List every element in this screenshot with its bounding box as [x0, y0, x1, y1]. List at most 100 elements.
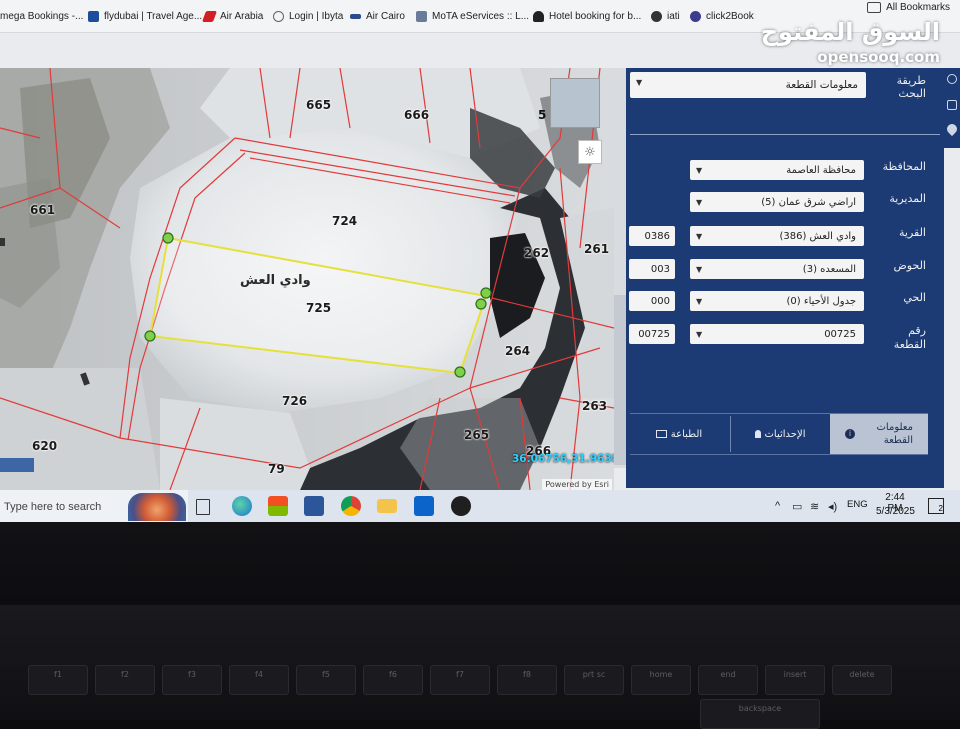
basin-select[interactable]: ▼ المسعده (3): [690, 259, 864, 279]
neighborhood-code-field[interactable]: 000: [629, 291, 675, 311]
notification-center-button[interactable]: 2: [928, 498, 944, 514]
area-name-label: وادي العش: [240, 273, 311, 288]
search-panel: ▼ معلومات القطعة طريقة البحث المحافظة ▼ مح…: [626, 68, 944, 488]
key-f3: f3: [162, 665, 222, 695]
file-explorer-icon[interactable]: [377, 499, 397, 513]
key-f7: f7: [430, 665, 490, 695]
app-icon[interactable]: [451, 496, 471, 516]
bookmark-air-cairo[interactable]: Air Cairo: [350, 8, 405, 24]
key-f5: f5: [296, 665, 356, 695]
caret-down-icon: ▼: [696, 297, 703, 306]
search-placeholder: Type here to search: [4, 501, 102, 513]
info-icon: i: [845, 429, 855, 439]
parcel-label-265: 265: [464, 428, 490, 442]
laptop-screen: mega Bookings -... flydubai | Travel Age…: [0, 0, 960, 522]
key-f2: f2: [95, 665, 155, 695]
governorate-select[interactable]: ▼ محافظة العاصمة: [690, 160, 864, 180]
caret-down-icon: ▼: [696, 232, 703, 241]
panel-divider: [630, 134, 940, 135]
key-f6: f6: [363, 665, 423, 695]
edge-icon[interactable]: [232, 496, 252, 516]
key-f8: f8: [497, 665, 557, 695]
parcel-label-724: 724: [332, 214, 358, 228]
clock-date[interactable]: 5/3/2025: [876, 506, 915, 517]
overview-minimap[interactable]: [550, 78, 600, 128]
search-method-label: طريقة البحث: [896, 74, 926, 100]
bookmark-mota[interactable]: MoTA eServices :: L...: [416, 8, 529, 24]
globe-icon: [273, 10, 284, 22]
laptop-keyboard: f1 f2 f3 f4 f5 f6 f7 f8 prt sc home end …: [0, 605, 960, 729]
word-icon[interactable]: [304, 496, 324, 516]
parcel-number-select[interactable]: ▼ 00725: [690, 324, 864, 344]
tab-print[interactable]: الطباعة: [630, 414, 728, 454]
key-f4: f4: [229, 665, 289, 695]
governorate-label: المحافظة: [882, 160, 926, 173]
parcel-label-264: 264: [505, 344, 531, 358]
basemap-toggle-button[interactable]: ☼: [578, 140, 602, 164]
caret-down-icon: ▼: [696, 166, 703, 175]
parcel-label-263: 263: [582, 399, 608, 413]
caret-down-icon: ▼: [696, 330, 703, 339]
parcel-label-5: 5: [538, 108, 547, 122]
basin-label: الحوض: [893, 259, 927, 272]
caret-down-icon: ▼: [696, 198, 703, 207]
battery-icon[interactable]: ▭: [792, 500, 802, 513]
all-bookmarks-button[interactable]: All Bookmarks: [867, 2, 950, 13]
parcel-label-725: 725: [306, 301, 332, 315]
input-language[interactable]: ENG: [847, 499, 868, 510]
key-end: end: [698, 665, 758, 695]
tab-coordinates[interactable]: الإحداثيات: [732, 414, 828, 454]
tab-divider: [730, 416, 731, 452]
parcel-label-620: 620: [32, 439, 58, 453]
search-method-select[interactable]: ▼ معلومات القطعة: [630, 72, 866, 98]
outlook-icon[interactable]: [414, 496, 434, 516]
key-home: home: [631, 665, 691, 695]
iati-icon: [651, 10, 662, 22]
bookmark-login-ibyta[interactable]: Login | Ibyta: [273, 8, 343, 24]
search-highlight-image: [128, 493, 186, 521]
parcel-label-262: 262: [524, 246, 550, 260]
parcel-label-261: 261: [584, 242, 610, 256]
key-f1: f1: [28, 665, 88, 695]
coordinates-readout: 36.06756,31.96384: [512, 453, 614, 465]
map-attribution: Powered by Esri: [542, 479, 612, 490]
taskbar-search-box[interactable]: Type here to search: [0, 490, 188, 522]
wifi-icon[interactable]: ≋: [810, 500, 819, 513]
bookmark-flydubai[interactable]: flydubai | Travel Age...: [88, 8, 202, 24]
home-icon[interactable]: [947, 74, 957, 84]
directorate-label: المديرية: [889, 192, 926, 205]
basin-code-field[interactable]: 003: [629, 259, 675, 279]
directorate-select[interactable]: ▼ اراضي شرق عمان (5): [690, 192, 864, 212]
village-label: القرية: [898, 226, 926, 239]
map-view[interactable]: 5 ☼ 665 666 661 724 725 262 261 264 726 …: [0, 68, 614, 490]
car-icon[interactable]: [947, 100, 957, 110]
panel-tabs: i معلومات القطعة الإحداثيات الطباعة: [630, 413, 928, 455]
bookmark-iati[interactable]: iati: [651, 8, 680, 24]
task-view-icon[interactable]: [196, 499, 210, 515]
bookmark-click2book[interactable]: click2Book: [690, 8, 754, 24]
village-code-field[interactable]: 0386: [629, 226, 675, 246]
click2book-icon: [690, 10, 701, 22]
sun-icon: ☼: [584, 144, 596, 160]
key-insert: insert: [765, 665, 825, 695]
location-pin-icon[interactable]: [944, 121, 960, 137]
village-select[interactable]: ▼ وادي العش (386): [690, 226, 864, 246]
flydubai-icon: [88, 10, 99, 22]
tab-parcel-info[interactable]: i معلومات القطعة: [830, 414, 928, 454]
chrome-icon[interactable]: [341, 496, 361, 516]
parcel-label-666: 666: [404, 108, 430, 122]
bookmark-hotel-booking[interactable]: Hotel booking for b...: [533, 8, 641, 24]
caret-down-icon: ▼: [696, 265, 703, 274]
volume-icon[interactable]: ◂): [828, 500, 837, 513]
hotel-icon: [533, 10, 544, 22]
neighborhood-select[interactable]: ▼ جدول الأحياء (0): [690, 291, 864, 311]
parcel-number-label: رقم القطعة: [893, 324, 926, 351]
bookmark-air-arabia[interactable]: Air Arabia: [201, 8, 263, 24]
print-icon: [655, 430, 667, 438]
store-icon[interactable]: [268, 496, 288, 516]
bookmark-mega-bookings[interactable]: mega Bookings -...: [0, 8, 83, 24]
parcel-number-code-field[interactable]: 00725: [629, 324, 675, 344]
chevron-up-icon[interactable]: ^: [775, 500, 780, 512]
air-cairo-icon: [350, 13, 361, 19]
panel-scrollbar[interactable]: [614, 295, 626, 465]
